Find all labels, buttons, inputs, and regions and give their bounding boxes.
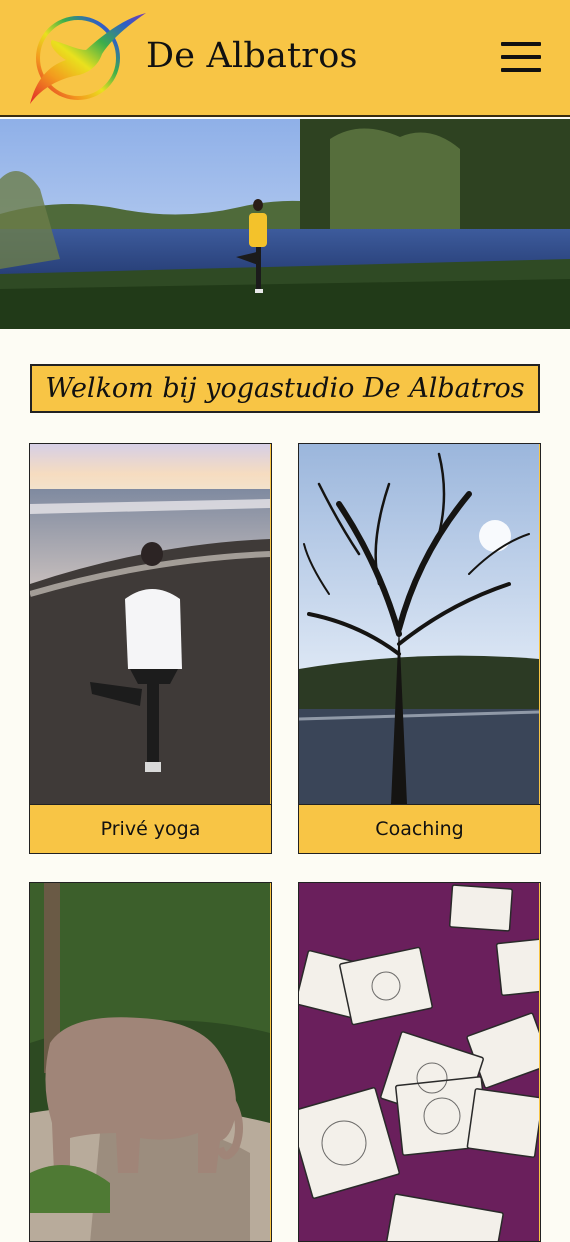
card-label[interactable]: Coaching (299, 804, 540, 852)
card-image-beach-yoga (30, 444, 270, 804)
card-image-tarot-cards (299, 883, 539, 1241)
card-elephant[interactable] (29, 882, 272, 1242)
card-prive-yoga[interactable]: Privé yoga (29, 443, 272, 854)
page-title: Welkom bij yogastudio De Albatros (30, 364, 540, 413)
card-coaching[interactable]: Coaching (298, 443, 541, 854)
hero-image (0, 119, 570, 329)
albatros-logo-icon[interactable] (26, 10, 148, 106)
card-tarot[interactable] (298, 882, 541, 1242)
card-label[interactable]: Privé yoga (30, 804, 271, 852)
card-image-elephant (30, 883, 270, 1241)
hamburger-menu-icon[interactable] (501, 42, 541, 74)
card-image-tree-lake (299, 444, 539, 804)
site-header: De Albatros (0, 0, 570, 117)
site-brand[interactable]: De Albatros (146, 36, 358, 76)
